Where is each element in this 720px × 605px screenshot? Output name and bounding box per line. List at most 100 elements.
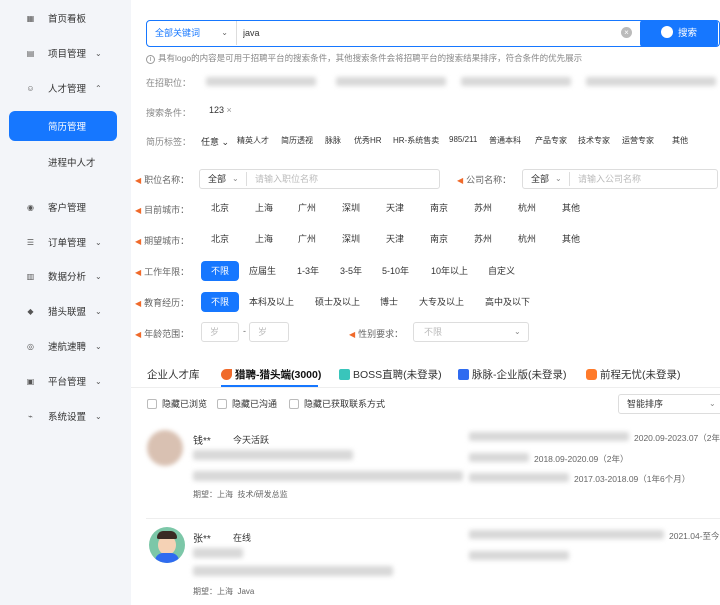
sidebar-item-headhunter-alliance[interactable]: ◆ 猎头联盟 ⌄ bbox=[0, 301, 131, 321]
current-city-option[interactable]: 南京 bbox=[430, 198, 448, 218]
hide-contact-obtained-checkbox[interactable]: 隐藏已获取联系方式 bbox=[289, 397, 385, 410]
gender-label-text: 性别要求： bbox=[358, 329, 404, 339]
education-option[interactable]: 本科及以上 bbox=[249, 292, 294, 312]
flame-logo-icon: ◀ bbox=[135, 206, 142, 215]
expected-city-option[interactable]: 杭州 bbox=[518, 229, 536, 249]
sidebar-item-settings[interactable]: ⌁ 系统设置 ⌄ bbox=[0, 406, 131, 426]
sidebar-item-in-process-talent[interactable]: 进程中人才 bbox=[0, 152, 131, 172]
expected-city-option[interactable]: 南京 bbox=[430, 229, 448, 249]
resume-tag-any[interactable]: 任意 ⌄ bbox=[201, 135, 229, 148]
sidebar-item-talent[interactable]: ☺ 人才管理 ⌃ bbox=[0, 78, 131, 98]
current-city-option[interactable]: 杭州 bbox=[518, 198, 536, 218]
work-years-option-selected[interactable]: 不限 bbox=[201, 261, 239, 281]
experience-period: 2017.03-2018.09（1年6个月） bbox=[574, 474, 691, 484]
current-position-label: 在招职位： bbox=[146, 78, 192, 88]
resume-tag[interactable]: 精英人才 bbox=[237, 135, 269, 146]
sidebar-item-customers[interactable]: ◉ 客户管理 bbox=[0, 197, 131, 217]
flame-logo-icon: ◀ bbox=[135, 330, 142, 339]
expected-city-option[interactable]: 天津 bbox=[386, 229, 404, 249]
tab-enterprise-talent-pool[interactable]: 企业人才库 bbox=[147, 367, 200, 382]
resume-tag[interactable]: 普通本科 bbox=[489, 135, 521, 146]
education-option[interactable]: 博士 bbox=[380, 292, 398, 312]
sidebar-item-dashboard[interactable]: ▦ 首页看板 bbox=[0, 8, 131, 28]
expectation-city: 上海 bbox=[217, 587, 233, 596]
company-scope[interactable]: 全部 bbox=[531, 170, 549, 188]
work-years-option[interactable]: 3-5年 bbox=[340, 261, 362, 281]
resume-tag-any-text: 任意 bbox=[201, 137, 220, 147]
resume-tag[interactable]: 其他 bbox=[672, 135, 688, 146]
resume-tag[interactable]: HR-系统售卖 bbox=[393, 135, 439, 146]
current-city-option[interactable]: 北京 bbox=[211, 198, 229, 218]
customer-icon: ◉ bbox=[27, 202, 34, 212]
condition-tag[interactable]: 123 × bbox=[209, 105, 232, 115]
search-hint: i 具有logo的内容是可用于招聘平台的搜索条件，其他搜索条件会将招聘平台的搜索结… bbox=[146, 52, 582, 64]
sidebar-item-label: 进程中人才 bbox=[48, 158, 96, 169]
resume-tag[interactable]: 脉脉 bbox=[325, 135, 341, 146]
tab-boss-zhipin[interactable]: BOSS直聘(未登录) bbox=[339, 367, 442, 382]
expected-city-option[interactable]: 其他 bbox=[562, 229, 580, 249]
expected-city-option[interactable]: 苏州 bbox=[474, 229, 492, 249]
current-city-option[interactable]: 深圳 bbox=[342, 198, 360, 218]
candidate-expectation: 期望：上海 Java bbox=[193, 586, 254, 597]
work-years-option[interactable]: 自定义 bbox=[488, 261, 515, 281]
education-option[interactable]: 硕士及以上 bbox=[315, 292, 360, 312]
work-years-option[interactable]: 应届生 bbox=[249, 261, 276, 281]
education-option[interactable]: 大专及以上 bbox=[419, 292, 464, 312]
candidate-card[interactable]: 钱** 今天活跃 期望：上海 技术/研发总监 2020.09-2023.07（2… bbox=[131, 422, 720, 517]
work-years-option[interactable]: 5-10年 bbox=[382, 261, 409, 281]
expected-city-option[interactable]: 北京 bbox=[211, 229, 229, 249]
job-name-label-text: 职位名称： bbox=[144, 175, 190, 185]
age-from-input[interactable]: 岁 bbox=[201, 322, 239, 342]
age-to-input[interactable]: 岁 bbox=[249, 322, 289, 342]
current-city-option[interactable]: 苏州 bbox=[474, 198, 492, 218]
51job-logo-icon bbox=[586, 368, 597, 380]
hide-contacted-checkbox[interactable]: 隐藏已沟通 bbox=[217, 397, 277, 410]
expectation-label: 期望： bbox=[193, 587, 217, 596]
resume-tag[interactable]: 产品专家 bbox=[535, 135, 567, 146]
job-name-field[interactable]: 全部 ⌄ 请输入职位名称 bbox=[199, 169, 440, 189]
resume-tag[interactable]: 优秀HR bbox=[354, 135, 382, 146]
hide-viewed-checkbox[interactable]: 隐藏已浏览 bbox=[147, 397, 207, 410]
search-button[interactable]: 搜索 bbox=[640, 19, 718, 47]
tab-maimai[interactable]: 脉脉-企业版(未登录) bbox=[458, 367, 567, 382]
sidebar: ▦ 首页看板 ▤ 项目管理 ⌄ ☺ 人才管理 ⌃ 简历管理 进程中人才 ◉ 客户… bbox=[0, 0, 131, 605]
tab-label: 脉脉-企业版(未登录) bbox=[472, 369, 567, 381]
work-years-option[interactable]: 10年以上 bbox=[431, 261, 468, 281]
sidebar-item-resume-management[interactable]: 简历管理 bbox=[9, 111, 117, 141]
sidebar-item-projects[interactable]: ▤ 项目管理 ⌄ bbox=[0, 43, 131, 63]
gender-select[interactable]: 不限 ⌄ bbox=[413, 322, 529, 342]
sidebar-item-platform[interactable]: ▣ 平台管理 ⌄ bbox=[0, 371, 131, 391]
resume-tag[interactable]: 985/211 bbox=[449, 135, 477, 144]
tab-liepin-headhunter[interactable]: 猎聘-猎头端(3000) bbox=[221, 367, 321, 382]
clear-icon[interactable]: × bbox=[621, 27, 632, 38]
resume-tag[interactable]: 运营专家 bbox=[622, 135, 654, 146]
expected-city-option[interactable]: 深圳 bbox=[342, 229, 360, 249]
keyword-scope-select[interactable]: 全部关键词 ⌄ bbox=[147, 21, 237, 45]
sidebar-item-orders[interactable]: ☰ 订单管理 ⌄ bbox=[0, 232, 131, 252]
work-years-option[interactable]: 1-3年 bbox=[297, 261, 319, 281]
expected-city-option[interactable]: 广州 bbox=[298, 229, 316, 249]
current-city-option[interactable]: 其他 bbox=[562, 198, 580, 218]
company-field[interactable]: 全部 ⌄ 请输入公司名称 bbox=[522, 169, 718, 189]
gender-label: ◀ 性别要求： bbox=[349, 327, 403, 340]
current-city-option[interactable]: 上海 bbox=[255, 198, 273, 218]
tab-51job[interactable]: 前程无忧(未登录) bbox=[586, 367, 681, 382]
search-input[interactable] bbox=[243, 25, 613, 41]
job-name-scope[interactable]: 全部 bbox=[208, 170, 226, 188]
current-city-option[interactable]: 广州 bbox=[298, 198, 316, 218]
sidebar-item-label: 项目管理 bbox=[48, 49, 87, 60]
sidebar-item-fast-hire[interactable]: ◎ 速航速聘 ⌄ bbox=[0, 336, 131, 356]
project-icon: ▤ bbox=[26, 48, 35, 58]
current-city-option[interactable]: 天津 bbox=[386, 198, 404, 218]
resume-tag[interactable]: 技术专家 bbox=[578, 135, 610, 146]
sort-select[interactable]: 智能排序 ⌄ bbox=[618, 394, 720, 414]
close-icon[interactable]: × bbox=[227, 105, 232, 115]
candidate-card[interactable]: 张** 在线 期望：上海 Java 2021.04-至今 bbox=[131, 520, 720, 605]
chart-icon: ▥ bbox=[26, 271, 35, 281]
education-option[interactable]: 高中及以下 bbox=[485, 292, 530, 312]
resume-tag[interactable]: 简历透视 bbox=[281, 135, 313, 146]
expected-city-option[interactable]: 上海 bbox=[255, 229, 273, 249]
education-option-selected[interactable]: 不限 bbox=[201, 292, 239, 312]
sidebar-item-analytics[interactable]: ▥ 数据分析 ⌄ bbox=[0, 266, 131, 286]
checkbox-label: 隐藏已获取联系方式 bbox=[304, 399, 386, 409]
